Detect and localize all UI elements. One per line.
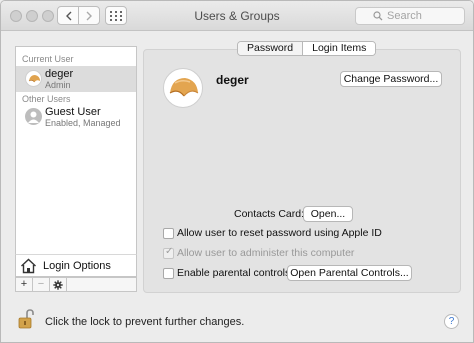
open-contacts-card-button[interactable]: Open... (303, 206, 353, 222)
reset-password-apple-id-checkbox[interactable] (163, 228, 174, 239)
user-name: Guest User (45, 106, 101, 118)
user-role: Enabled, Managed (45, 118, 121, 128)
account-name: deger (216, 73, 249, 87)
search-input[interactable] (387, 10, 447, 22)
user-role: Admin (45, 80, 71, 90)
parental-controls-label: Enable parental controls (177, 267, 291, 279)
reset-password-apple-id-label: Allow user to reset password using Apple… (177, 227, 382, 239)
tab-login-items[interactable]: Login Items (302, 42, 376, 55)
administer-computer-checkbox[interactable]: ✓ (163, 246, 174, 259)
lock-open-icon (18, 309, 34, 329)
tab-password[interactable]: Password (238, 42, 303, 55)
guest-avatar-icon (25, 108, 42, 125)
change-password-button[interactable]: Change Password... (340, 71, 442, 87)
parental-controls-checkbox[interactable] (163, 268, 174, 279)
open-parental-controls-button[interactable]: Open Parental Controls... (287, 265, 412, 281)
user-row-deger[interactable]: deger Admin (16, 66, 136, 92)
user-row-guest[interactable]: Guest User Enabled, Managed (16, 104, 136, 130)
current-user-heading: Current User (22, 54, 74, 64)
user-picture[interactable] (163, 68, 203, 108)
remove-user-button[interactable]: − (33, 278, 50, 291)
search-icon (373, 11, 383, 21)
fortune-cookie-avatar (25, 70, 42, 87)
contacts-card-label: Contacts Card: (234, 208, 305, 220)
users-groups-window: Users & Groups Current User deger Admin … (0, 0, 474, 343)
users-sidebar: Current User deger Admin Other Users Gue… (15, 46, 137, 277)
gear-icon (53, 279, 63, 290)
house-icon (21, 258, 36, 273)
login-options-label: Login Options (43, 259, 111, 272)
sidebar-toolbar: + − (15, 277, 137, 292)
help-button[interactable]: ? (444, 314, 459, 329)
title-bar: Users & Groups (1, 1, 473, 31)
lock-message: Click the lock to prevent further change… (45, 316, 245, 328)
login-options-item[interactable]: Login Options (15, 254, 137, 277)
checkmark-icon: ✓ (165, 246, 174, 257)
action-menu-button[interactable] (50, 278, 67, 291)
other-users-heading: Other Users (22, 94, 71, 104)
add-user-button[interactable]: + (16, 278, 33, 291)
lock-button[interactable] (18, 309, 34, 329)
tab-bar: Password Login Items (237, 41, 377, 56)
search-field[interactable] (355, 7, 465, 25)
user-name: deger (45, 68, 74, 80)
administer-computer-label: Allow user to administer this computer (177, 247, 355, 259)
